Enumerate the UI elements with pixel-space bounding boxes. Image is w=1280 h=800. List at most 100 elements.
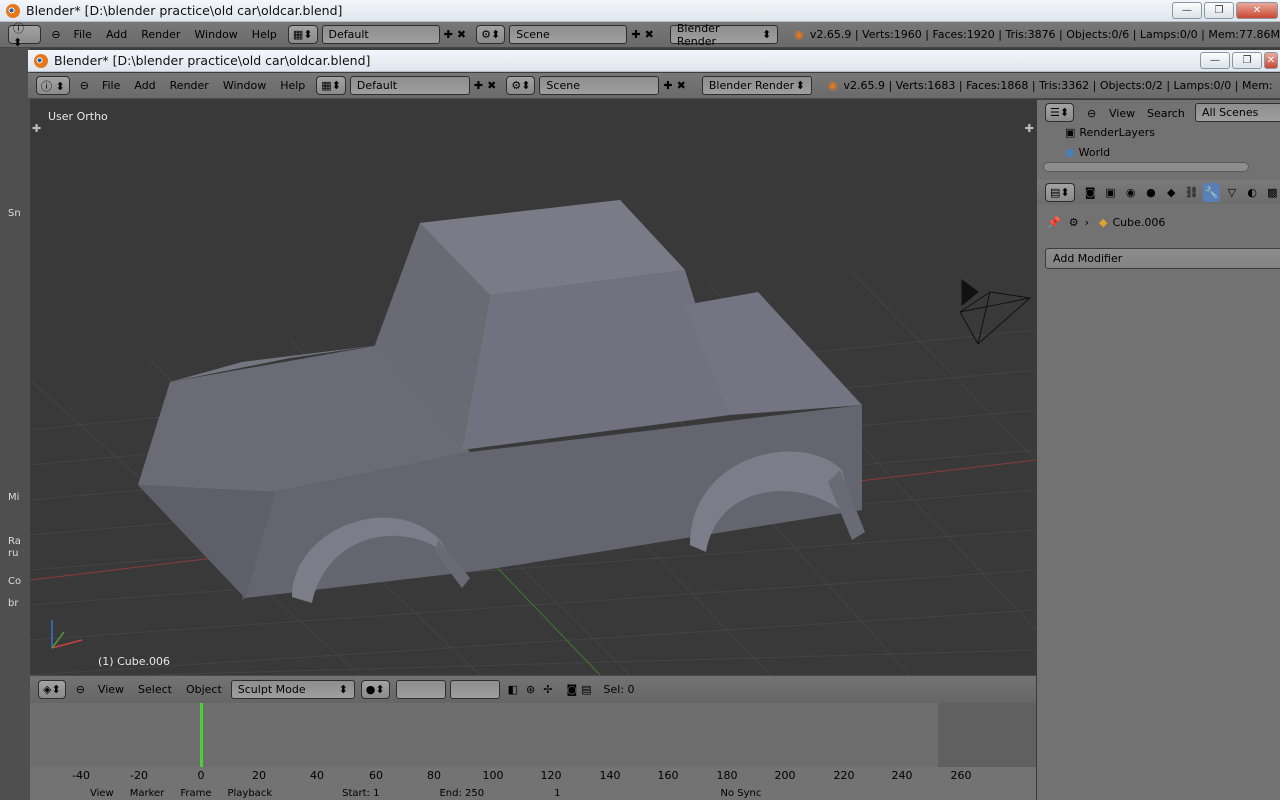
- layout-type-button[interactable]: ▦⬍: [287, 25, 318, 44]
- scene-tab-icon[interactable]: ◉: [1122, 183, 1139, 202]
- lock-layers-icon[interactable]: ◧: [508, 683, 518, 696]
- current-frame-indicator[interactable]: [200, 703, 203, 767]
- menu-render[interactable]: Render: [163, 79, 216, 92]
- texture-tab-icon[interactable]: ▩: [1264, 183, 1280, 202]
- start-frame-field[interactable]: Start: 1: [342, 788, 379, 799]
- remove-layout-icon[interactable]: ✖: [457, 28, 466, 41]
- world-icon: ●: [1065, 145, 1075, 159]
- collapse-icon[interactable]: ⊖: [1087, 107, 1096, 120]
- scene-icon: ⚙⬍: [481, 28, 501, 41]
- manipulator-icon[interactable]: ⊛: [526, 683, 535, 696]
- render-tab-icon[interactable]: ◙: [1082, 183, 1099, 202]
- end-frame-field[interactable]: End: 250: [439, 788, 484, 799]
- collapse-icon[interactable]: ⊖: [80, 79, 89, 92]
- scene-field[interactable]: Scene: [509, 25, 628, 44]
- object-tab-icon[interactable]: ◆: [1163, 183, 1180, 202]
- menu-marker[interactable]: Marker: [130, 788, 165, 799]
- tick-label: -40: [72, 769, 90, 782]
- scene-stats: v2.65.9 | Verts:1960 | Faces:1920 | Tris…: [809, 28, 1280, 41]
- outliner-item-renderlayers[interactable]: ▣ RenderLayers: [1065, 122, 1155, 142]
- add-layout-icon[interactable]: ✚: [474, 79, 483, 92]
- menu-add[interactable]: Add: [127, 79, 162, 92]
- mode-select[interactable]: Sculpt Mode ⬍: [230, 680, 355, 699]
- menu-help[interactable]: Help: [245, 28, 284, 41]
- add-layout-icon[interactable]: ✚: [444, 28, 453, 41]
- editor-type-button[interactable]: ◈⬍: [38, 680, 66, 699]
- add-scene-icon[interactable]: ✚: [663, 79, 672, 92]
- scene-type-button[interactable]: ⚙⬍: [506, 76, 536, 95]
- current-frame-field[interactable]: 1: [554, 788, 560, 799]
- world-tab-icon[interactable]: ●: [1142, 183, 1159, 202]
- render-anim-icon[interactable]: ▤: [581, 683, 591, 696]
- render-layers-icon: ▣: [1065, 125, 1076, 139]
- material-tab-icon[interactable]: ◐: [1244, 183, 1261, 202]
- menu-file[interactable]: File: [95, 79, 127, 92]
- add-scene-icon[interactable]: ✚: [631, 28, 640, 41]
- layout-field[interactable]: Default: [321, 25, 440, 44]
- menu-select[interactable]: Select: [131, 683, 179, 696]
- pin-icon[interactable]: 📌: [1047, 216, 1061, 229]
- menu-view[interactable]: View: [91, 683, 131, 696]
- tick-label: 240: [891, 769, 913, 782]
- editor-type-button[interactable]: ▤⬍: [1045, 182, 1075, 202]
- render-engine-select[interactable]: Blender Render ⬍: [669, 22, 779, 48]
- shading-select[interactable]: ●⬍: [360, 680, 390, 699]
- menu-window[interactable]: Window: [187, 28, 244, 41]
- editor-type-button[interactable]: ☰⬍: [1045, 103, 1075, 122]
- 3d-viewport[interactable]: User Ortho (1) Cube.006 ✚ ✚: [30, 100, 1036, 675]
- tick-label: 180: [716, 769, 738, 782]
- editor-type-button[interactable]: ⓘ ⬍: [8, 22, 42, 49]
- collapse-icon[interactable]: ⊖: [51, 28, 60, 41]
- sync-select[interactable]: No Sync: [720, 788, 761, 799]
- remove-layout-icon[interactable]: ✖: [487, 79, 496, 92]
- close-button[interactable]: ✕: [1236, 2, 1278, 19]
- inner-window-title: Blender* [D:\blender practice\old car\ol…: [54, 53, 371, 68]
- timeline-ruler[interactable]: -40 -20 0 20 40 60 80 100 120 140 160 18…: [30, 769, 1036, 783]
- pivot-icon[interactable]: ✢: [543, 683, 552, 696]
- outliner-icon: ☰⬍: [1050, 106, 1070, 119]
- timeline-track[interactable]: [30, 703, 1036, 767]
- remove-scene-icon[interactable]: ✖: [645, 28, 654, 41]
- layer-buttons-2[interactable]: [449, 680, 500, 699]
- layout-field[interactable]: Default: [349, 76, 470, 95]
- editor-type-button[interactable]: ⓘ ⬍: [36, 76, 70, 95]
- menu-add[interactable]: Add: [99, 28, 134, 41]
- scene-field[interactable]: Scene: [539, 76, 660, 95]
- scene-type-button[interactable]: ⚙⬍: [476, 25, 506, 44]
- area-split-icon[interactable]: ✚: [32, 122, 41, 135]
- remove-scene-icon[interactable]: ✖: [677, 79, 686, 92]
- area-split-icon[interactable]: ✚: [1025, 122, 1034, 135]
- menu-frame[interactable]: Frame: [180, 788, 211, 799]
- menu-render[interactable]: Render: [134, 28, 187, 41]
- layout-type-button[interactable]: ▦⬍: [316, 76, 346, 95]
- maximize-button[interactable]: ❐: [1204, 2, 1234, 19]
- menu-view[interactable]: View: [1109, 107, 1135, 120]
- menu-playback[interactable]: Playback: [227, 788, 272, 799]
- layer-buttons-1[interactable]: [395, 680, 446, 699]
- menu-window[interactable]: Window: [216, 79, 273, 92]
- constraints-tab-icon[interactable]: ⛓: [1183, 183, 1200, 202]
- menu-help[interactable]: Help: [273, 79, 312, 92]
- collapse-icon[interactable]: ⊖: [76, 683, 85, 696]
- close-button[interactable]: ✕: [1264, 52, 1278, 69]
- render-camera-icon[interactable]: ◙: [566, 683, 577, 696]
- modifiers-tab-icon[interactable]: 🔧: [1203, 182, 1221, 202]
- outer-tool-shelf: Sn Mi Ra ru Co br: [0, 48, 30, 800]
- menu-view[interactable]: View: [90, 788, 114, 799]
- minimize-button[interactable]: —: [1200, 52, 1230, 69]
- menu-object[interactable]: Object: [179, 683, 229, 696]
- minimize-button[interactable]: —: [1172, 2, 1202, 19]
- render-engine-select[interactable]: Blender Render ⬍: [701, 76, 812, 95]
- menu-search[interactable]: Search: [1147, 107, 1185, 120]
- outliner-item-world[interactable]: ● World: [1065, 142, 1110, 162]
- outliner-scrollbar[interactable]: [1043, 162, 1249, 172]
- render-layers-tab-icon[interactable]: ▣: [1102, 183, 1119, 202]
- maximize-button[interactable]: ❐: [1232, 52, 1262, 69]
- tick-label: 200: [774, 769, 796, 782]
- outliner[interactable]: ☰⬍ ⊖ View Search All Scenes ▣ RenderLaye…: [1037, 100, 1280, 178]
- data-tab-icon[interactable]: ▽: [1223, 183, 1240, 202]
- outliner-filter-select[interactable]: All Scenes: [1195, 103, 1280, 122]
- menu-file[interactable]: File: [67, 28, 99, 41]
- timeline[interactable]: -40 -20 0 20 40 60 80 100 120 140 160 18…: [30, 703, 1036, 800]
- add-modifier-button[interactable]: Add Modifier: [1045, 248, 1280, 269]
